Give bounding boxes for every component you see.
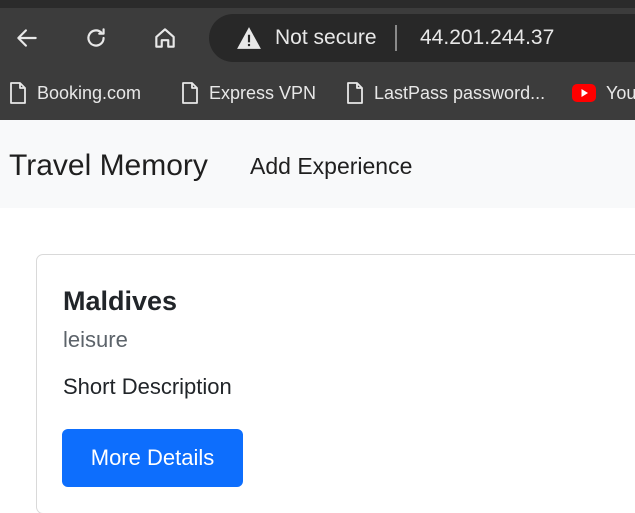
bookmark-label: Express VPN	[209, 82, 317, 103]
reload-icon	[87, 28, 105, 47]
page-icon	[182, 82, 198, 104]
address-bar[interactable]: Not secure 44.201.244.37	[209, 14, 635, 62]
more-details-button[interactable]: More Details	[62, 429, 243, 487]
card-title: Maldives	[63, 286, 178, 316]
card-subtitle: leisure	[63, 327, 128, 352]
page-icon	[10, 82, 26, 104]
bookmark-youtube[interactable]: You	[572, 78, 635, 108]
bookmark-label: You	[606, 82, 635, 103]
page-icon	[347, 82, 363, 104]
bookmark-booking[interactable]: Booking.com	[9, 78, 141, 108]
browser-toolbar: Not secure 44.201.244.37 Booking.com Exp…	[0, 0, 635, 120]
warning-icon[interactable]	[236, 25, 262, 51]
home-icon	[155, 28, 175, 48]
back-arrow-icon	[17, 29, 37, 47]
back-button[interactable]	[9, 20, 45, 56]
security-status[interactable]: Not secure	[275, 25, 377, 51]
bookmark-lastpass[interactable]: LastPass password...	[346, 78, 545, 108]
nav-link-add-experience[interactable]: Add Experience	[250, 150, 412, 182]
tab-strip-edge	[0, 0, 635, 8]
youtube-icon	[572, 84, 596, 102]
card-description: Short Description	[63, 374, 232, 399]
bookmark-label: Booking.com	[37, 82, 142, 103]
home-button[interactable]	[147, 20, 183, 56]
bookmark-express-vpn[interactable]: Express VPN	[181, 78, 316, 108]
bookmark-label: LastPass password...	[374, 82, 546, 103]
address-divider	[395, 25, 397, 51]
brand-link[interactable]: Travel Memory	[9, 146, 208, 186]
url-text[interactable]: 44.201.244.37	[420, 25, 554, 51]
reload-button[interactable]	[78, 20, 114, 56]
